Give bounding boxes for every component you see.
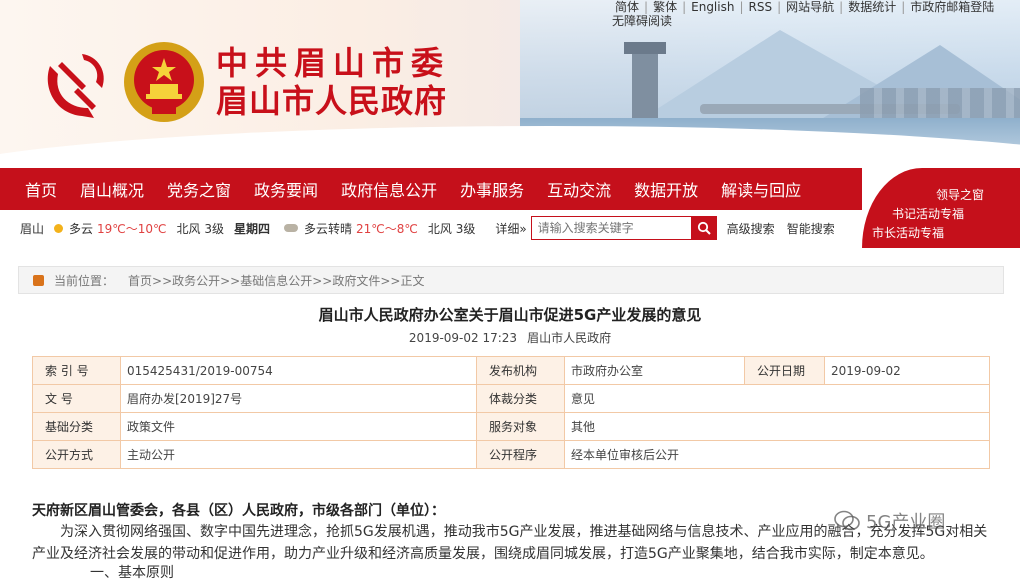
article-title: 眉山市人民政府办公室关于眉山市促进5G产业发展的意见 bbox=[318, 306, 702, 324]
info-value: 政策文件 bbox=[120, 412, 477, 441]
info-key: 基础分类 bbox=[32, 412, 121, 441]
article-source: 眉山市人民政府 bbox=[527, 331, 612, 345]
nav-home[interactable]: 首页 bbox=[25, 177, 57, 201]
secretary-activities-link[interactable]: 书记活动专福 bbox=[872, 205, 984, 224]
document-info-table: 索 引 号 015425431/2019-00754 发布机构 市政府办公室 公… bbox=[32, 356, 990, 469]
watermark: 5G产业圈 bbox=[834, 508, 945, 534]
weather-today-temp: 19℃～10℃ bbox=[97, 221, 167, 236]
search-button[interactable] bbox=[690, 216, 717, 240]
smart-search-link[interactable]: 智能搜索 bbox=[787, 220, 835, 237]
wechat-icon bbox=[834, 510, 860, 531]
breadcrumb-label: 当前位置： bbox=[54, 273, 115, 288]
article-date: 2019-09-02 17:23 bbox=[408, 331, 518, 345]
nav-services[interactable]: 办事服务 bbox=[460, 177, 524, 201]
weekday: 星期四 bbox=[233, 221, 270, 236]
info-value: 主动公开 bbox=[120, 440, 477, 469]
search-icon bbox=[697, 221, 711, 235]
mayor-activities-link[interactable]: 市长活动专福 bbox=[872, 224, 984, 243]
top-utility-links: 简体 | 繁体 | English | RSS | 网站导航 | 数据统计 | 市政府邮箱登陆 无障碍阅… bbox=[610, 0, 1020, 28]
table-row: 文 号 眉府办发[2019]27号 体裁分类 意见 bbox=[32, 384, 990, 413]
link-simplified[interactable]: 简体 bbox=[610, 0, 644, 14]
info-key: 公开程序 bbox=[476, 440, 565, 469]
info-key: 索 引 号 bbox=[32, 356, 121, 385]
weather-detail-link[interactable]: 详细» bbox=[495, 220, 526, 237]
info-key: 发布机构 bbox=[476, 356, 565, 385]
leader-links: 领导之窗 书记活动专福 市长活动专福 bbox=[872, 186, 984, 243]
link-english[interactable]: English bbox=[686, 0, 739, 14]
table-row: 公开方式 主动公开 公开程序 经本单位审核后公开 bbox=[32, 440, 990, 469]
info-key: 公开方式 bbox=[32, 440, 121, 469]
info-key: 文 号 bbox=[32, 384, 121, 413]
nav-open-data[interactable]: 数据开放 bbox=[634, 177, 698, 201]
nav-interpretation[interactable]: 解读与回应 bbox=[721, 177, 801, 201]
weather-today-wind: 北风 3级 bbox=[176, 221, 224, 236]
leader-window-link[interactable]: 领导之窗 bbox=[872, 186, 984, 205]
info-value: 015425431/2019-00754 bbox=[120, 356, 477, 385]
document-salutation: 天府新区眉山管委会，各县（区）人民政府，市级各部门（单位）： bbox=[32, 503, 445, 519]
party-emblem-icon bbox=[47, 54, 104, 118]
weather-tomorrow-wind: 北风 3级 bbox=[427, 221, 476, 236]
watermark-text: 5G产业圈 bbox=[866, 512, 946, 533]
location-icon bbox=[33, 274, 44, 286]
link-rss[interactable]: RSS bbox=[744, 0, 778, 14]
info-value: 经本单位审核后公开 bbox=[564, 440, 990, 469]
info-value: 其他 bbox=[564, 412, 990, 441]
table-row: 索 引 号 015425431/2019-00754 发布机构 市政府办公室 公… bbox=[32, 356, 990, 385]
weather-tomorrow-temp: 21℃～8℃ bbox=[356, 221, 418, 236]
city-skyline-shape bbox=[860, 88, 1020, 118]
article-meta: 2019-09-02 17:23 眉山市人民政府 bbox=[0, 329, 1020, 346]
section-heading: 一、基本原则 bbox=[90, 565, 174, 581]
link-statistics[interactable]: 数据统计 bbox=[843, 0, 901, 14]
table-row: 基础分类 政策文件 服务对象 其他 bbox=[32, 412, 990, 441]
info-value: 2019-09-02 bbox=[824, 356, 990, 385]
nav-interaction[interactable]: 互动交流 bbox=[547, 177, 611, 201]
info-key: 体裁分类 bbox=[476, 384, 565, 413]
nav-overview[interactable]: 眉山概况 bbox=[80, 177, 144, 201]
breadcrumb-path[interactable]: 首页>>政务公开>>基础信息公开>>政府文件>>正文 bbox=[128, 272, 424, 289]
nav-gov-news[interactable]: 政务要闻 bbox=[254, 177, 318, 201]
breadcrumb: 当前位置： 首页>>政务公开>>基础信息公开>>政府文件>>正文 bbox=[18, 266, 1004, 294]
link-traditional[interactable]: 繁体 bbox=[648, 0, 682, 14]
weather-today-cond: 多云 bbox=[69, 221, 94, 236]
org-title-line2: 眉山市人民政府 bbox=[216, 82, 448, 120]
cloud-icon bbox=[284, 224, 298, 232]
info-key: 服务对象 bbox=[476, 412, 565, 441]
search-input[interactable] bbox=[530, 216, 691, 240]
info-key: 公开日期 bbox=[744, 356, 825, 385]
link-mail-login[interactable]: 市政府邮箱登陆 bbox=[905, 0, 999, 14]
national-emblem-icon bbox=[124, 42, 204, 122]
org-title-line1: 中共眉山市委 bbox=[216, 44, 451, 82]
info-value: 意见 bbox=[564, 384, 990, 413]
weather-tomorrow-cond: 多云转晴 bbox=[304, 221, 353, 236]
nav-info-disclosure[interactable]: 政府信息公开 bbox=[341, 177, 437, 201]
header-banner: 中共眉山市委 眉山市人民政府 简体 | 繁体 | English | RSS | 网站导航 | 数据… bbox=[0, 0, 1020, 168]
pagoda-tower-shape bbox=[624, 42, 666, 118]
link-accessibility[interactable]: 无障碍阅读 bbox=[610, 14, 1020, 28]
sun-icon bbox=[54, 223, 64, 233]
weather-search-bar: 眉山 多云 19℃～10℃ 北风 3级 星期四 多云转晴 21℃～8℃ 北风 3… bbox=[10, 212, 860, 244]
org-title: 中共眉山市委 眉山市人民政府 bbox=[216, 44, 450, 120]
advanced-search-link[interactable]: 高级搜索 bbox=[727, 220, 775, 237]
info-value: 眉府办发[2019]27号 bbox=[120, 384, 477, 413]
info-value: 市政府办公室 bbox=[564, 356, 745, 385]
weather-city: 眉山 bbox=[20, 221, 45, 236]
main-nav: 首页 眉山概况 党务之窗 政务要闻 政府信息公开 办事服务 互动交流 数据开放 … bbox=[0, 168, 862, 210]
nav-party-affairs[interactable]: 党务之窗 bbox=[167, 177, 231, 201]
link-sitemap[interactable]: 网站导航 bbox=[781, 0, 839, 14]
